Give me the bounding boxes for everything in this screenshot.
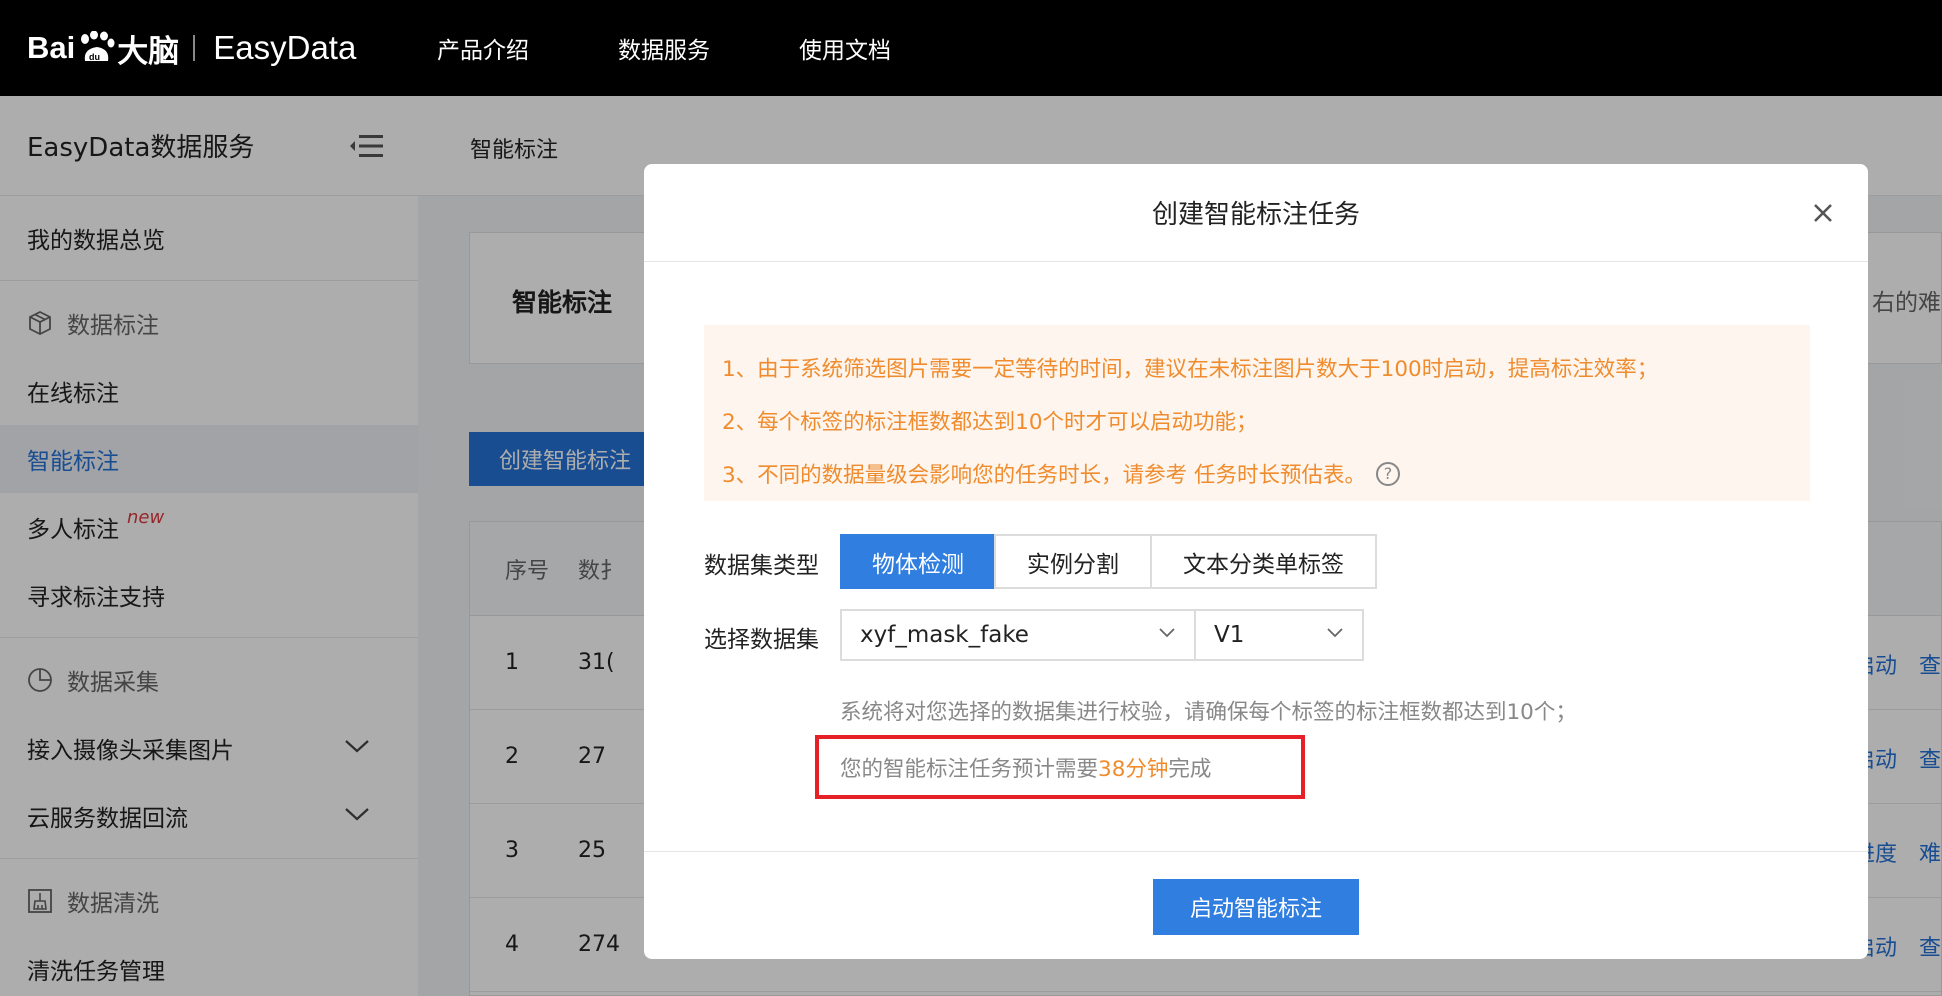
chevron-down-icon	[1159, 628, 1175, 638]
dataset-type-label: 数据集类型	[704, 553, 819, 579]
close-icon[interactable]	[1808, 198, 1838, 228]
dataset-type-option-detection[interactable]: 物体检测	[840, 534, 996, 589]
create-task-dialog: 创建智能标注任务 1、由于系统筛选图片需要一定等待的时间，建议在未标注图片数大于…	[644, 164, 1868, 959]
nav-docs[interactable]: 使用文档	[799, 31, 891, 65]
product-name: EasyData	[213, 29, 357, 66]
dataset-select[interactable]: xyf_mask_fake	[840, 609, 1196, 661]
dataset-type-option-text-classification[interactable]: 文本分类单标签	[1150, 534, 1377, 589]
top-navbar: Bai du 大脑 EasyData 产品介绍 数据服务 使用文档	[0, 0, 1942, 96]
version-select[interactable]: V1	[1194, 609, 1364, 661]
help-icon[interactable]: ?	[1376, 461, 1401, 486]
chevron-down-icon	[1327, 628, 1343, 638]
logo-separator	[193, 35, 196, 61]
logo-brand: Bai du 大脑	[27, 30, 180, 69]
notice-line: 1、由于系统筛选图片需要一定等待的时间，建议在未标注图片数大于100时启动，提高…	[722, 357, 1659, 382]
top-nav: 产品介绍 数据服务 使用文档	[437, 0, 980, 96]
dialog-title: 创建智能标注任务	[1151, 200, 1360, 230]
nav-product-intro[interactable]: 产品介绍	[437, 31, 529, 65]
nav-data-service[interactable]: 数据服务	[618, 31, 710, 65]
estimate-time: 38分钟	[1098, 756, 1169, 782]
notice-line: 3、不同的数据量级会影响您的任务时长，请参考 任务时长预估表。?	[722, 447, 1792, 500]
paw-icon: du	[81, 31, 115, 62]
baidu-logo[interactable]: Bai du 大脑 EasyData	[27, 16, 356, 80]
time-estimate: 您的智能标注任务预计需要 38分钟 完成	[815, 735, 1305, 799]
dialog-header: 创建智能标注任务	[644, 164, 1868, 262]
svg-text:du: du	[89, 52, 100, 62]
validation-hint: 系统将对您选择的数据集进行校验，请确保每个标签的标注框数都达到10个；	[840, 700, 1577, 725]
notice-line: 2、每个标签的标注框数都达到10个时才可以启动功能；	[722, 410, 1258, 435]
dataset-label: 选择数据集	[704, 627, 819, 653]
notice-box: 1、由于系统筛选图片需要一定等待的时间，建议在未标注图片数大于100时启动，提高…	[704, 325, 1810, 501]
dataset-type-option-segmentation[interactable]: 实例分割	[994, 534, 1152, 589]
start-smart-label-button[interactable]: 启动智能标注	[1153, 879, 1359, 935]
dataset-type-selector: 物体检测 实例分割 文本分类单标签	[840, 534, 1377, 589]
